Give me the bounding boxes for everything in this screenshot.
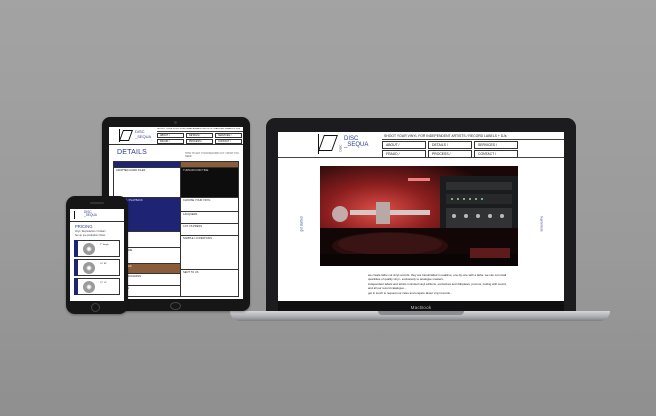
nav-fraud[interactable]: FRAUD / xyxy=(382,150,426,158)
detail-cell[interactable]: SAMPLE / CONDITIONS xyxy=(181,236,238,270)
site-header: DISC DISC _SEQUA SHOOT YOUR VINYL FOR IN… xyxy=(278,132,564,158)
nav-services[interactable]: SERVICES / xyxy=(474,141,518,149)
home-button[interactable] xyxy=(91,303,100,312)
pricing-card[interactable]: 10" EP xyxy=(74,259,120,276)
side-link-right[interactable]: learn more xyxy=(540,216,544,231)
pricing-line: Set up: pre-production / Discs xyxy=(75,235,106,237)
card-label: 12" LP xyxy=(100,282,107,284)
nav-services[interactable]: SERVICES / xyxy=(215,133,242,138)
intro-text: we create lathe cut vinyl records. they … xyxy=(368,273,508,298)
laptop-brand-label: MacBook xyxy=(410,305,432,310)
camera-icon xyxy=(174,121,177,124)
logo-vertical-text: DISC xyxy=(338,144,343,152)
vinyl-disc-icon xyxy=(83,243,95,255)
page-title: PRICING xyxy=(75,224,93,229)
detail-cell[interactable]: CUT VS PRESS xyxy=(181,224,238,236)
nav-fraud[interactable]: FRAUD / xyxy=(157,139,184,144)
nav-process[interactable]: PROCESS / xyxy=(428,150,472,158)
site-logo[interactable]: DISC _SEQUA xyxy=(344,136,368,148)
phone-screen: DISC _SEQUA PRICING Vinyl / Reproduction… xyxy=(70,209,124,301)
nav-process[interactable]: PROCESS / xyxy=(186,139,213,144)
pricing-card[interactable]: 12" LP xyxy=(74,278,120,295)
intro-paragraph: get in touch to request our rates and en… xyxy=(368,291,453,296)
card-label: 7" Single xyxy=(100,244,109,246)
vinyl-disc-icon xyxy=(83,281,95,293)
nav-about[interactable]: ABOUT / xyxy=(382,141,426,149)
card-accent xyxy=(74,259,78,276)
site-tagline: SHOOT YOUR VINYL FOR INDEPENDENT ARTISTS… xyxy=(382,134,564,140)
pricing-card[interactable]: 7" Single xyxy=(74,240,120,257)
pricing-line: Vinyl / Reproduction / Contact xyxy=(75,231,106,233)
page-title: DETAILS xyxy=(117,149,148,156)
nav-contact[interactable]: CONTACT / xyxy=(474,150,518,158)
site-logo[interactable]: DISC _SEQUA xyxy=(84,210,97,218)
logo-mark-icon[interactable] xyxy=(318,134,334,154)
card-accent xyxy=(74,278,78,295)
home-button[interactable] xyxy=(170,302,181,310)
nav-details[interactable]: DETAILS / xyxy=(186,133,213,138)
detail-cell[interactable]: SENT TO US xyxy=(181,270,238,298)
site-header: DISC _SEQUA SHOOT YOUR VINYL FOR INDEPEN… xyxy=(109,127,243,145)
laptop-notch xyxy=(378,311,464,315)
card-label: 10" EP xyxy=(100,263,107,265)
hero-photo xyxy=(320,166,518,266)
detail-cell[interactable]: CHOOSE YOUR VINYL xyxy=(181,198,238,212)
intro-paragraph: we create lathe cut vinyl records. they … xyxy=(368,273,507,281)
detail-cell[interactable]: TURNAROUND TIME xyxy=(181,168,238,198)
laptop-screen: DISC DISC _SEQUA SHOOT YOUR VINYL FOR IN… xyxy=(278,132,564,314)
tablet-screen: DISC _SEQUA SHOOT YOUR VINYL FOR INDEPEN… xyxy=(109,127,243,299)
page-subtitle: HOW TO GET YOUR RECORD CUT / WHAT YOU NE… xyxy=(185,152,239,158)
phone-device: DISC _SEQUA PRICING Vinyl / Reproduction… xyxy=(66,196,128,314)
logo-mark-icon[interactable] xyxy=(119,129,129,142)
vinyl-disc-icon xyxy=(83,262,95,274)
nav-about[interactable]: ABOUT / xyxy=(157,133,184,138)
card-accent xyxy=(74,240,78,257)
mockup-scene: DISC DISC _SEQUA SHOOT YOUR VINYL FOR IN… xyxy=(0,0,656,416)
side-link-left[interactable]: get started xyxy=(300,216,304,231)
details-right-column: TURNAROUND TIME CHOOSE YOUR VINYL LACQUE… xyxy=(181,161,239,297)
header-divider xyxy=(70,221,124,222)
site-tagline: SHOOT YOUR VINYL FOR INDEPENDENT ARTISTS… xyxy=(157,128,243,132)
lathe-studio-image xyxy=(320,166,518,266)
nav-details[interactable]: DETAILS / xyxy=(428,141,472,149)
detail-cell[interactable]: LACQUERS xyxy=(181,212,238,224)
logo-mark-icon[interactable] xyxy=(74,211,81,219)
site-logo[interactable]: DISC _SEQUA xyxy=(135,129,151,139)
intro-paragraph: independent labels and artists in limite… xyxy=(368,282,507,290)
detail-cell[interactable]: ADOPTED AUDIO FILES xyxy=(114,168,180,198)
laptop-device: DISC DISC _SEQUA SHOOT YOUR VINYL FOR IN… xyxy=(266,118,576,314)
speaker-icon xyxy=(90,202,104,204)
site-nav: ABOUT / DETAILS / SERVICES / FRAUD / PRO… xyxy=(382,141,564,158)
nav-contact[interactable]: CONTACT / xyxy=(215,139,242,144)
